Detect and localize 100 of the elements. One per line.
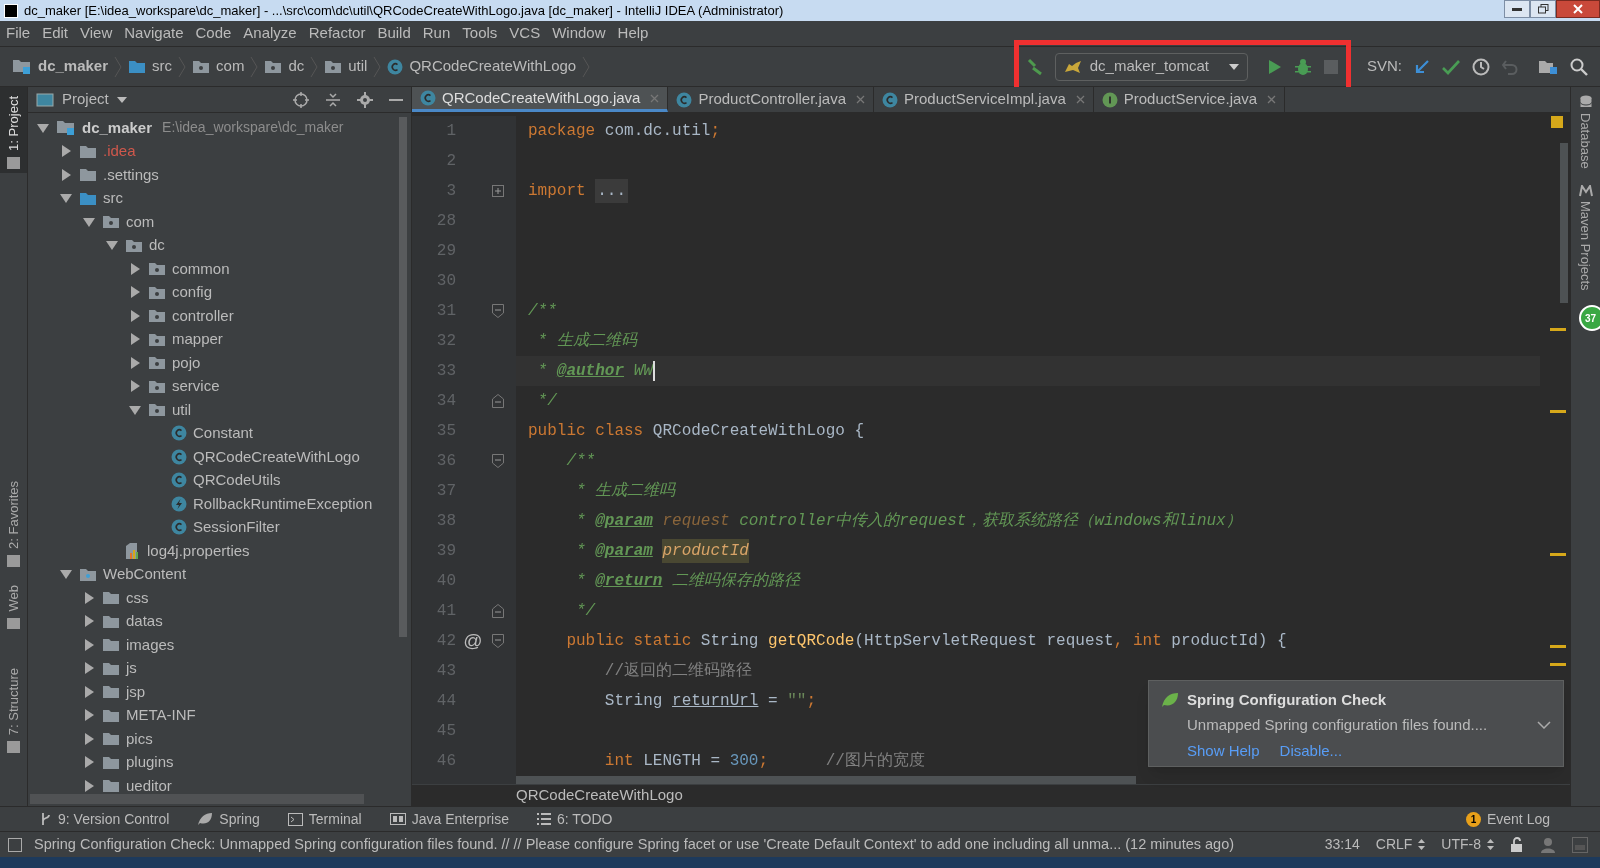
menu-item[interactable]: Window — [546, 22, 612, 45]
breadcrumb-item[interactable]: com — [192, 55, 245, 78]
collapsed-arrow-icon[interactable] — [128, 333, 142, 346]
warning-marker[interactable] — [1550, 553, 1566, 556]
tree-item[interactable]: pics — [28, 727, 411, 751]
collapsed-arrow-icon[interactable] — [82, 615, 96, 628]
fold-collapse-icon[interactable] — [492, 634, 504, 648]
tree-item[interactable]: src — [28, 186, 411, 210]
breadcrumb-item[interactable]: src — [128, 55, 173, 78]
tree-item[interactable]: common — [28, 257, 411, 281]
editor-tab[interactable]: ProductService.java — [1093, 87, 1286, 112]
menu-item[interactable]: Help — [611, 22, 655, 45]
tool-window-tab[interactable]: Maven Projects — [1575, 184, 1596, 291]
tree-item[interactable]: dc — [28, 233, 411, 257]
window-toggle-icon[interactable] — [8, 837, 22, 852]
collapsed-arrow-icon[interactable] — [82, 685, 96, 698]
editor-tab[interactable]: QRCodeCreateWithLogo.java — [412, 87, 669, 112]
fold-end-icon[interactable] — [492, 604, 504, 618]
tree-item[interactable]: SessionFilter — [28, 515, 411, 539]
fold-expand-icon[interactable] — [492, 185, 504, 197]
collapsed-arrow-icon[interactable] — [82, 591, 96, 604]
breadcrumb-item[interactable]: dc_maker — [12, 55, 109, 78]
collapsed-arrow-icon[interactable] — [128, 380, 142, 393]
tree-item[interactable]: QRCodeUtils — [28, 468, 411, 492]
expanded-arrow-icon[interactable] — [59, 568, 73, 581]
tree-item[interactable]: QRCodeCreateWithLogo — [28, 445, 411, 469]
tree-item[interactable]: WebContent — [28, 562, 411, 586]
menu-item[interactable]: Analyze — [237, 22, 303, 45]
tree-item[interactable]: dc_maker E:\idea_workspare\dc_maker — [28, 116, 411, 140]
expanded-arrow-icon[interactable] — [105, 239, 119, 252]
close-icon[interactable] — [1267, 95, 1277, 104]
warning-marker[interactable] — [1550, 410, 1566, 413]
project-structure-icon[interactable] — [1538, 58, 1558, 75]
tree-item[interactable]: pojo — [28, 351, 411, 375]
fold-collapse-icon[interactable] — [492, 454, 504, 468]
locate-icon[interactable] — [293, 91, 309, 108]
editor-tab[interactable]: ProductServiceImpl.java — [874, 87, 1094, 112]
tool-window-tab[interactable]: 2: Favorites — [0, 471, 27, 571]
gutter-marker[interactable]: @ — [463, 626, 483, 656]
collapsed-arrow-icon[interactable] — [128, 286, 142, 299]
tree-item[interactable]: service — [28, 374, 411, 398]
tool-window-tab[interactable]: 1: Project — [0, 87, 27, 173]
breadcrumb-item[interactable]: QRCodeCreateWithLogo — [387, 55, 577, 78]
menu-item[interactable]: Build — [371, 22, 417, 45]
fold-collapse-icon[interactable] — [492, 304, 504, 318]
caret-position[interactable]: 33:14 — [1324, 834, 1360, 855]
collapse-icon[interactable] — [325, 91, 341, 108]
tree-item[interactable]: util — [28, 398, 411, 422]
tree-item[interactable]: plugins — [28, 750, 411, 774]
warning-marker[interactable] — [1550, 663, 1566, 666]
menu-item[interactable]: VCS — [503, 22, 547, 45]
breadcrumb-item[interactable]: util — [324, 55, 368, 78]
line-separator-selector[interactable]: CRLF — [1375, 834, 1426, 855]
tree-item[interactable]: log4j.properties — [28, 539, 411, 563]
commit-check-icon[interactable] — [1442, 58, 1460, 75]
tree-item[interactable]: datas — [28, 609, 411, 633]
editor-scrollbar[interactable] — [1560, 143, 1568, 303]
tool-window-button[interactable]: Spring — [197, 808, 260, 830]
tree-item[interactable]: js — [28, 656, 411, 680]
tool-window-button[interactable]: 9: Version Control — [40, 808, 170, 830]
tree-item[interactable]: images — [28, 633, 411, 657]
vertical-scrollbar[interactable] — [399, 117, 407, 637]
collapsed-arrow-icon[interactable] — [82, 638, 96, 651]
collapsed-arrow-icon[interactable] — [82, 732, 96, 745]
event-log-button[interactable]: 1 Event Log — [1465, 808, 1550, 830]
close-icon[interactable] — [856, 95, 865, 104]
collapsed-arrow-icon[interactable] — [82, 779, 96, 792]
menu-item[interactable]: File — [0, 22, 37, 45]
expand-chevron-icon[interactable] — [1537, 720, 1551, 729]
menu-item[interactable]: Navigate — [118, 22, 190, 45]
menu-item[interactable]: Tools — [456, 22, 504, 45]
tree-item[interactable]: config — [28, 280, 411, 304]
update-arrow-icon[interactable] — [1414, 58, 1430, 75]
menu-item[interactable]: Run — [416, 22, 457, 45]
horizontal-scrollbar[interactable] — [516, 776, 1136, 784]
tree-item[interactable]: css — [28, 586, 411, 610]
minimize-button[interactable] — [1504, 0, 1530, 18]
tool-window-tab[interactable]: Database — [1575, 95, 1596, 169]
settings-icon[interactable] — [357, 91, 373, 108]
encoding-selector[interactable]: UTF-8 — [1441, 834, 1494, 855]
menu-item[interactable]: View — [74, 22, 119, 45]
warning-marker[interactable] — [1550, 645, 1566, 648]
run-configuration-dropdown[interactable]: dc_maker_tomcat — [1054, 52, 1248, 81]
tree-item[interactable]: RollbackRuntimeException — [28, 492, 411, 516]
tree-item[interactable]: mapper — [28, 327, 411, 351]
notification-link[interactable]: Show Help — [1187, 740, 1260, 763]
tool-window-button[interactable]: Java Enterprise — [389, 808, 509, 830]
tree-item[interactable]: controller — [28, 304, 411, 328]
expanded-arrow-icon[interactable] — [36, 121, 50, 134]
notification-link[interactable]: Disable... — [1279, 740, 1343, 763]
collapsed-arrow-icon[interactable] — [82, 662, 96, 675]
tree-item[interactable]: .settings — [28, 163, 411, 187]
warning-marker[interactable] — [1550, 328, 1566, 331]
editor-tab[interactable]: ProductController.java — [668, 87, 874, 112]
tool-window-tab[interactable]: Web — [0, 581, 27, 633]
tree-item[interactable]: META-INF — [28, 703, 411, 727]
tool-window-button[interactable]: 6: TODO — [536, 808, 613, 830]
collapsed-arrow-icon[interactable] — [59, 168, 73, 181]
tree-item[interactable]: com — [28, 210, 411, 234]
inspector-person-icon[interactable] — [1540, 836, 1556, 853]
